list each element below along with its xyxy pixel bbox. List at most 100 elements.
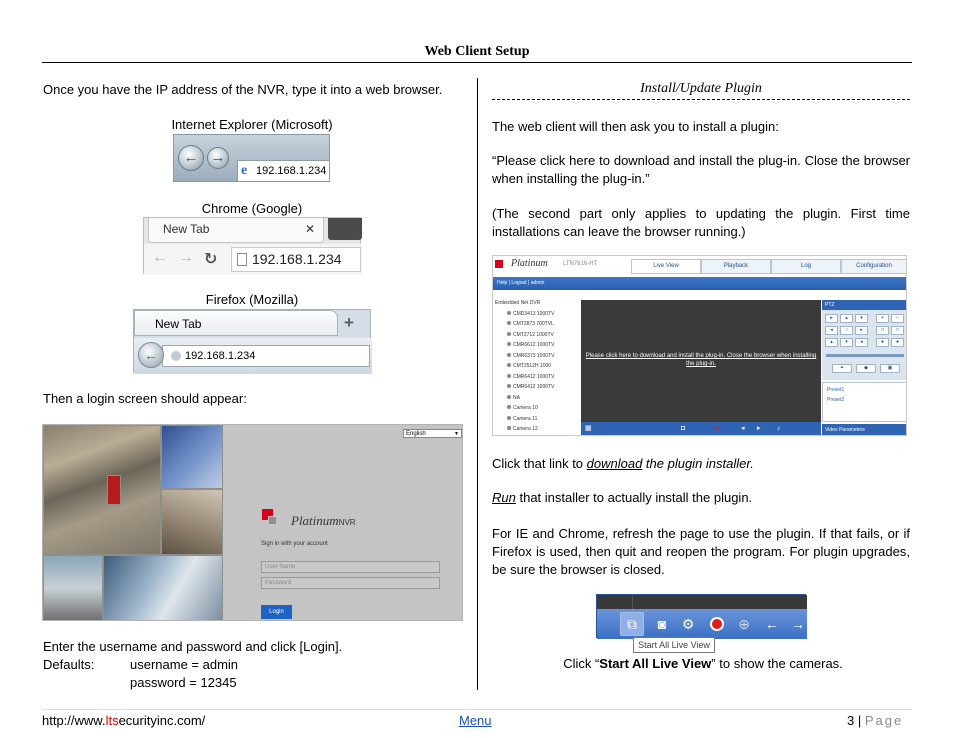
forward-arrow-icon: → (207, 147, 229, 169)
brand-name: PlatinumNVR (291, 513, 356, 529)
preset-item: Preset2 (827, 397, 845, 403)
layout-icon: ▦ (585, 425, 592, 432)
street-photo (43, 555, 103, 620)
globe-icon (171, 351, 181, 361)
live-view-area: Please click here to download and instal… (581, 300, 821, 422)
camera-item: CMR6612 1000TV (495, 342, 580, 353)
plugin-quote-text: “Please click here to download and insta… (492, 153, 910, 186)
tab-configuration: Configuration (841, 259, 906, 274)
footer-url: http://www.ltsecurityinc.com/ (42, 713, 205, 728)
iris-open-icon: ● (876, 338, 889, 347)
chrome-caption: Chrome (Google) (201, 201, 303, 216)
chrome-toolbar: ← → ↻ 192.168.1.234 (144, 244, 362, 275)
chrome-browser-screenshot: New Tab ✕ ← → ↻ 192.168.1.234 (143, 217, 362, 275)
ptz-header: PTZ (822, 300, 906, 310)
firefox-caption: Firefox (Mozilla) (205, 292, 299, 307)
camera-item: Camera 12 (495, 426, 580, 435)
worker-figure (107, 475, 121, 505)
plugin-note-text: (The second part only applies to updatin… (492, 206, 910, 239)
firefox-browser-screenshot: New Tab + 192.168.1.234 ← (133, 309, 372, 374)
camera-item: CMT2873 700TVL (495, 321, 580, 332)
zoom-icon: ⊕ (738, 616, 750, 632)
toolbar-top-strip (597, 595, 807, 609)
signin-text: Sign in with your account (261, 541, 328, 547)
language-select[interactable]: English ▼ (403, 429, 462, 438)
tab-playback: Playback (701, 259, 771, 274)
footer-divider (42, 709, 912, 710)
ie-address-text: 192.168.1.234 (256, 165, 327, 177)
chrome-address-bar: 192.168.1.234 (231, 247, 361, 272)
arrow-right-icon: → (791, 616, 805, 632)
ie-address-bar: e 192.168.1.234 (237, 160, 330, 182)
chrome-tab-label: New Tab (163, 222, 210, 236)
password-field[interactable]: Password (261, 577, 440, 589)
login-screen-screenshot: English ▼ PlatinumNVR Sign in with your … (42, 424, 463, 621)
ptz-down-icon: ▾ (840, 338, 853, 347)
reload-icon: ↻ (204, 251, 218, 268)
section-title: Install/Update Plugin (492, 81, 910, 100)
focus-near-icon: □ (876, 326, 889, 335)
plugin-nav-bar: Help | Logout | admin (493, 277, 906, 290)
login-button[interactable]: Login (261, 605, 292, 619)
zoom-out-icon: − (891, 314, 904, 323)
start-all-live-view-icon: ⧉ (627, 616, 637, 632)
close-icon: ✕ (304, 222, 315, 236)
default-username: username = admin (130, 657, 239, 672)
intro-text: Once you have the IP address of the NVR,… (43, 82, 443, 97)
chrome-tab: New Tab ✕ (148, 218, 324, 243)
ptz-auto-icon: ○ (840, 326, 853, 335)
camera-tree: Embedded Net DVR CMD3413 1000TV CMT2873 … (495, 300, 580, 435)
download-instruction-pre: Click that link to (492, 456, 587, 471)
conveyor-photo (161, 489, 223, 555)
camera-item: CMR6373 1000TV (495, 352, 580, 364)
brand-suffix: NVR (338, 518, 356, 527)
iris-close-icon: ● (891, 338, 904, 347)
ie-caption: Internet Explorer (Microsoft) (171, 117, 333, 132)
download-instruction: Click that link to download the plugin i… (492, 455, 754, 473)
plugin-model: LTN7616-HT (563, 261, 598, 267)
microphone-icon: ♪ (777, 425, 781, 432)
caption-bold: Start All Live View (599, 656, 712, 671)
plus-icon: + (344, 313, 354, 332)
wiper-icon: ◆ (856, 364, 876, 373)
plugin-download-link: Please click here to download and instal… (585, 353, 817, 367)
page-icon (237, 253, 247, 266)
back-arrow-icon: ← (138, 342, 164, 368)
page-number: 3 | Page (847, 713, 903, 728)
plugin-brand: Platinum (511, 258, 548, 269)
dropdown-arrow-icon: ▼ (454, 431, 459, 437)
column-divider (477, 78, 478, 690)
live-view-toolbar-screenshot: ⧉ ◙ ⚙ ⊕ ← → (596, 594, 807, 639)
ptz-down-left-icon: ▴ (825, 338, 838, 347)
focus-far-icon: □ (891, 326, 904, 335)
factory-photo (43, 425, 161, 555)
page-separator: | (854, 713, 865, 728)
arrow-right-icon: ▸ (757, 425, 761, 432)
mall-photo (103, 555, 223, 620)
ie-logo-icon: e (241, 163, 248, 178)
brand-name-text: Platinum (291, 513, 339, 528)
page-word: Page (864, 713, 904, 728)
light-icon: ✦ (832, 364, 852, 373)
camera-item: CMT2512H 1000 (495, 363, 580, 374)
caption-post: ” to show the cameras. (711, 656, 843, 671)
footer-url-pre: http://www. (42, 713, 106, 728)
toolbar-icons: ⧉ ◙ ⚙ ⊕ ← → (597, 609, 807, 639)
brand-logo-icon (495, 260, 503, 268)
run-link: Run (492, 490, 516, 505)
live-view-toolbar: ▦ ◘ ● ◂ ▸ ♪ (581, 422, 821, 435)
camera-item: Camera 11 (495, 415, 580, 427)
header-divider (42, 62, 912, 63)
ptz-speed-slider (826, 354, 904, 357)
tab-log: Log (771, 259, 841, 274)
plugin-page-screenshot: Platinum LTN7616-HT Live View Playback L… (492, 255, 907, 436)
download-instruction-post: the plugin installer. (642, 456, 754, 471)
username-field[interactable]: User Name (261, 561, 440, 573)
language-select-value: English (406, 431, 426, 437)
forward-arrow-icon: → (178, 249, 194, 266)
menu-link[interactable]: Menu (459, 713, 492, 728)
menu-icon: ▣ (880, 364, 900, 373)
record-camera-icon: ⚙ (681, 616, 695, 632)
camera-item: CMD3413 1000TV (495, 310, 580, 322)
ptz-panel: ▸ ▴ ▾ ◂ ○ ▸ ▴ ▾ ◂ + − □ □ ● ● ✦ ◆ ▣ (822, 310, 906, 380)
